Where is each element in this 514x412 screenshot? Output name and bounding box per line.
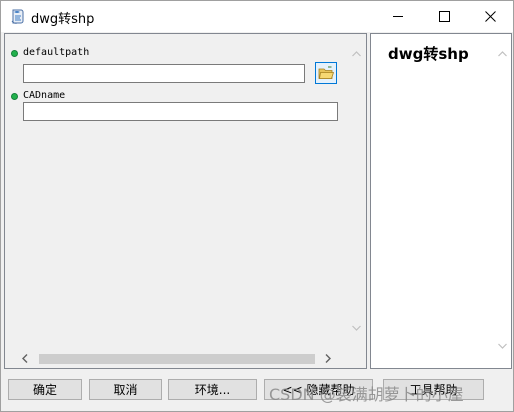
- close-button[interactable]: [467, 1, 513, 32]
- param-label-defaultpath: defaultpath: [23, 47, 90, 58]
- scrollbar-thumb[interactable]: [39, 354, 315, 364]
- scroll-up-icon[interactable]: [498, 51, 507, 57]
- watermark: CSDN @装满胡萝卜的小屋: [269, 385, 464, 404]
- parameters-pane: defaultpath CADname: [4, 33, 367, 369]
- scroll-right-icon[interactable]: [325, 354, 331, 363]
- scroll-left-icon[interactable]: [22, 354, 28, 363]
- browse-button[interactable]: [315, 62, 337, 84]
- cancel-button[interactable]: 取消: [89, 379, 162, 400]
- help-pane: dwg转shp: [370, 33, 512, 369]
- scroll-down-icon[interactable]: [498, 343, 507, 349]
- minimize-button[interactable]: [375, 1, 421, 32]
- param-status-icon: [11, 93, 18, 100]
- title-bar: dwg转shp: [1, 1, 513, 32]
- maximize-button[interactable]: [421, 1, 467, 32]
- scrollbar-corner: [348, 350, 365, 367]
- scroll-down-icon[interactable]: [352, 325, 361, 331]
- open-folder-icon: [318, 66, 334, 79]
- close-icon: [484, 11, 496, 22]
- minimize-icon: [392, 16, 403, 17]
- scroll-up-icon[interactable]: [352, 51, 361, 57]
- param-status-icon: [11, 50, 18, 57]
- param-label-cadname: CADname: [23, 90, 66, 101]
- help-title: dwg转shp: [388, 45, 469, 63]
- window-title: dwg转shp: [31, 12, 95, 27]
- params-vertical-scrollbar[interactable]: [348, 34, 365, 350]
- cadname-input[interactable]: [23, 102, 338, 121]
- ok-button[interactable]: 确定: [8, 379, 82, 400]
- help-vertical-scrollbar[interactable]: [494, 34, 511, 368]
- params-horizontal-scrollbar[interactable]: [5, 350, 348, 367]
- maximize-icon: [438, 11, 450, 22]
- dialog-window: dwg转shp defaultpath CADname dwg转shp 确定 取…: [0, 0, 514, 412]
- script-tool-icon: [11, 9, 24, 24]
- environments-button[interactable]: 环境...: [168, 379, 257, 400]
- defaultpath-input[interactable]: [23, 64, 305, 83]
